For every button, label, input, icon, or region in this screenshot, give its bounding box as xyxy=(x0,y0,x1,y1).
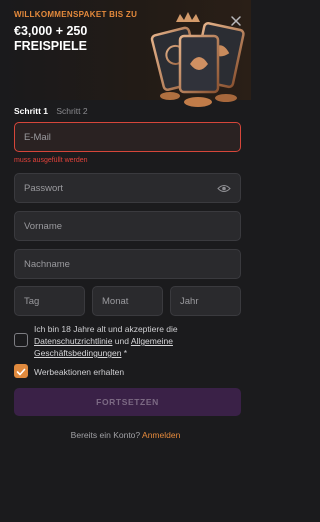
close-icon[interactable] xyxy=(229,14,243,28)
privacy-policy-link[interactable]: Datenschutzrichtlinie xyxy=(34,336,112,346)
step-2-tab[interactable]: Schritt 2 xyxy=(56,106,87,116)
birth-day-field[interactable]: Tag xyxy=(14,286,85,316)
promo-amount-line1: €3,000 + 250 xyxy=(14,24,88,38)
promo-headline: WILLKOMMENSPAKET BIS ZU xyxy=(14,10,138,19)
birth-month-placeholder: Monat xyxy=(102,295,129,307)
birth-month-field[interactable]: Monat xyxy=(92,286,163,316)
email-error-text: muss ausgefüllt werden xyxy=(14,157,88,164)
marketing-label: Werbeaktionen erhalten xyxy=(34,367,125,377)
step-indicator: Schritt 1 Schritt 2 xyxy=(14,106,94,116)
marketing-checkbox[interactable] xyxy=(14,364,28,378)
terms-text: Ich bin 18 Jahre alt und akzeptiere die … xyxy=(34,323,244,359)
first-name-field[interactable]: Vorname xyxy=(14,211,241,241)
terms-link-line1[interactable]: Allgemeine xyxy=(131,336,173,346)
promo-amount: €3,000 + 250 FREISPIELE xyxy=(14,24,87,54)
continue-button[interactable]: FORTSETZEN xyxy=(14,388,241,416)
login-link[interactable]: Anmelden xyxy=(142,430,180,440)
password-placeholder: Passwort xyxy=(24,182,64,194)
terms-checkbox[interactable] xyxy=(14,333,28,347)
email-field[interactable]: E-Mail xyxy=(14,122,241,152)
login-prompt-line: Bereits ein Konto? Anmelden xyxy=(0,430,251,440)
birth-year-field[interactable]: Jahr xyxy=(170,286,241,316)
promo-amount-line2: FREISPIELE xyxy=(14,39,87,53)
checkmark-icon xyxy=(16,368,26,376)
eye-icon[interactable] xyxy=(217,184,231,193)
last-name-field[interactable]: Nachname xyxy=(14,249,241,279)
terms-text-before: Ich bin 18 Jahre alt und akzeptiere die xyxy=(34,324,178,334)
first-name-placeholder: Vorname xyxy=(24,220,63,232)
password-field[interactable]: Passwort xyxy=(14,173,241,203)
terms-link-line2[interactable]: Geschäftsbedingungen xyxy=(34,348,121,358)
birth-day-placeholder: Tag xyxy=(24,295,40,307)
step-1-tab[interactable]: Schritt 1 xyxy=(14,106,48,116)
terms-text-mid: und xyxy=(112,336,131,346)
email-placeholder: E-Mail xyxy=(24,131,51,143)
required-asterisk: * xyxy=(121,348,128,358)
last-name-placeholder: Nachname xyxy=(24,258,70,270)
login-prompt: Bereits ein Konto? xyxy=(70,430,143,440)
birth-year-placeholder: Jahr xyxy=(180,295,199,307)
